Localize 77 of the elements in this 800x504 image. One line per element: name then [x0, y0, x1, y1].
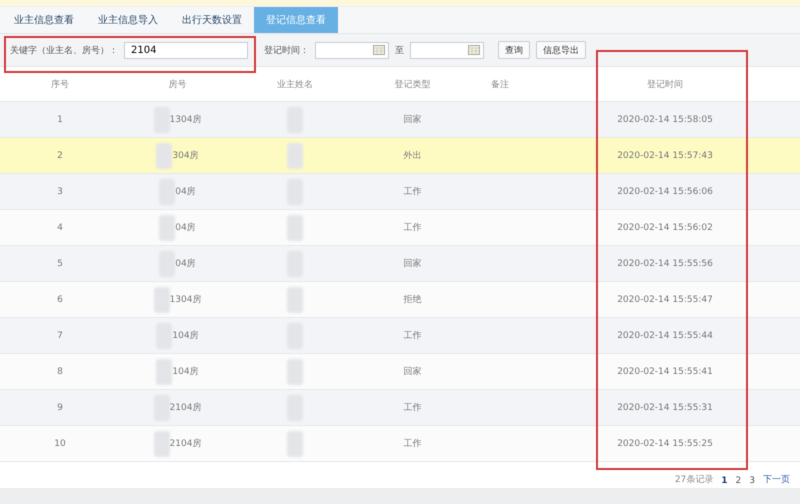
search-button[interactable]: 查询 — [498, 41, 530, 59]
table-cell-text: 4 — [56, 222, 64, 234]
column-header: 房号 — [168, 78, 188, 92]
table-cell-text: 2020-02-14 15:55:56 — [616, 258, 714, 270]
table-row[interactable]: 6 1304房 拒绝 2020-02-14 15:55:47 — [0, 282, 800, 318]
keyword-field[interactable]: 2104 — [124, 42, 248, 58]
table-cell-text: 工作 — [402, 330, 422, 343]
column-header: 业主姓名 — [276, 78, 314, 92]
table-cell-text: 回家 — [402, 366, 422, 379]
table-cell-text: 1 — [56, 114, 64, 126]
table-cell-text: 2104房 — [170, 402, 202, 414]
table-cell-text: 10 — [53, 438, 67, 450]
range-separator: 至 — [395, 44, 404, 56]
table-cell-text: 回家 — [402, 114, 422, 127]
table-cell-text: 2020-02-14 15:55:31 — [616, 402, 714, 414]
next-page-link[interactable]: 下一页 — [763, 473, 790, 486]
table-row[interactable]: 1 1304房 回家 2020-02-14 15:58:05 — [0, 102, 800, 138]
table-cell-text: 104房 — [172, 366, 199, 378]
tab[interactable]: 登记信息查看 — [254, 7, 338, 33]
table-row[interactable]: 8 104房 回家 2020-02-14 15:55:41 — [0, 354, 800, 390]
tab[interactable]: 出行天数设置 — [170, 7, 254, 33]
column-header: 登记类型 — [394, 78, 432, 92]
page-link[interactable]: 1 — [721, 476, 728, 486]
end-date-field[interactable] — [410, 42, 484, 58]
column-header: 登记时间 — [646, 78, 684, 92]
table-cell-text: 7 — [56, 330, 64, 342]
table-cell-text: 8 — [56, 366, 64, 378]
table-cell-text: 外出 — [402, 150, 422, 163]
table-cell-text: 2104房 — [170, 438, 202, 450]
table-cell-text: 304房 — [172, 150, 199, 162]
table-cell-text: 2020-02-14 15:58:05 — [616, 114, 714, 126]
table-cell-text: 工作 — [402, 402, 422, 415]
page-link[interactable]: 2 — [736, 476, 742, 486]
table-cell-text: 2020-02-14 15:56:02 — [616, 222, 714, 234]
record-count: 27条记录 — [674, 474, 714, 486]
table-cell-text: 2020-02-14 15:55:47 — [616, 294, 714, 306]
tab[interactable]: 业主信息查看 — [2, 7, 86, 33]
redaction-patch — [156, 142, 172, 168]
column-header: 备注 — [490, 78, 510, 92]
table-cell-text: 2020-02-14 15:55:41 — [616, 366, 714, 378]
table-cell-text: 1304房 — [170, 294, 202, 306]
table-cell-text: 9 — [56, 402, 64, 414]
start-date-field[interactable] — [315, 42, 389, 58]
table-cell-text: 04房 — [175, 222, 196, 234]
table-row[interactable]: 4 04房 工作 2020-02-14 15:56:02 — [0, 210, 800, 246]
table-cell-text: 2020-02-14 15:57:43 — [616, 150, 714, 162]
table-cell-text: 拒绝 — [402, 294, 422, 307]
table-cell-text: 工作 — [402, 438, 422, 451]
table-cell-text: 2020-02-14 15:55:44 — [616, 330, 714, 342]
table-row[interactable]: 7 104房 工作 2020-02-14 15:55:44 — [0, 318, 800, 354]
table-cell-text: 5 — [56, 258, 64, 270]
tab[interactable]: 业主信息导入 — [86, 7, 170, 33]
table-cell-text: 3 — [56, 186, 64, 198]
table-row[interactable]: 2 304房 外出 2020-02-14 15:57:43 — [0, 138, 800, 174]
export-button[interactable]: 信息导出 — [536, 41, 586, 59]
table-row[interactable]: 10 2104房 工作 2020-02-14 15:55:25 — [0, 426, 800, 462]
table-cell-text: 04房 — [175, 258, 196, 270]
redaction-patch — [287, 142, 303, 168]
table-cell-text: 1304房 — [170, 114, 202, 126]
page-link[interactable]: 3 — [749, 476, 755, 486]
calendar-icon[interactable] — [468, 45, 480, 55]
table-cell-text: 工作 — [402, 186, 422, 199]
table-cell-text: 2020-02-14 15:56:06 — [616, 186, 714, 198]
table-cell-text: 2020-02-14 15:55:25 — [616, 438, 714, 450]
keyword-label: 关键字（业主名、房号）： — [10, 44, 118, 56]
column-header: 序号 — [50, 78, 70, 92]
table-cell-text: 104房 — [172, 330, 199, 342]
table-row[interactable]: 3 04房 工作 2020-02-14 15:56:06 — [0, 174, 800, 210]
table-row[interactable]: 9 2104房 工作 2020-02-14 15:55:31 — [0, 390, 800, 426]
time-label: 登记时间： — [264, 44, 309, 56]
table-cell-text: 6 — [56, 294, 64, 306]
table-cell-text: 2 — [56, 150, 64, 162]
calendar-icon[interactable] — [373, 45, 385, 55]
table-cell-text: 回家 — [402, 258, 422, 271]
table-cell-text: 工作 — [402, 222, 422, 235]
table-cell-text: 04房 — [175, 186, 196, 198]
table-row[interactable]: 5 04房 回家 2020-02-14 15:55:56 — [0, 246, 800, 282]
